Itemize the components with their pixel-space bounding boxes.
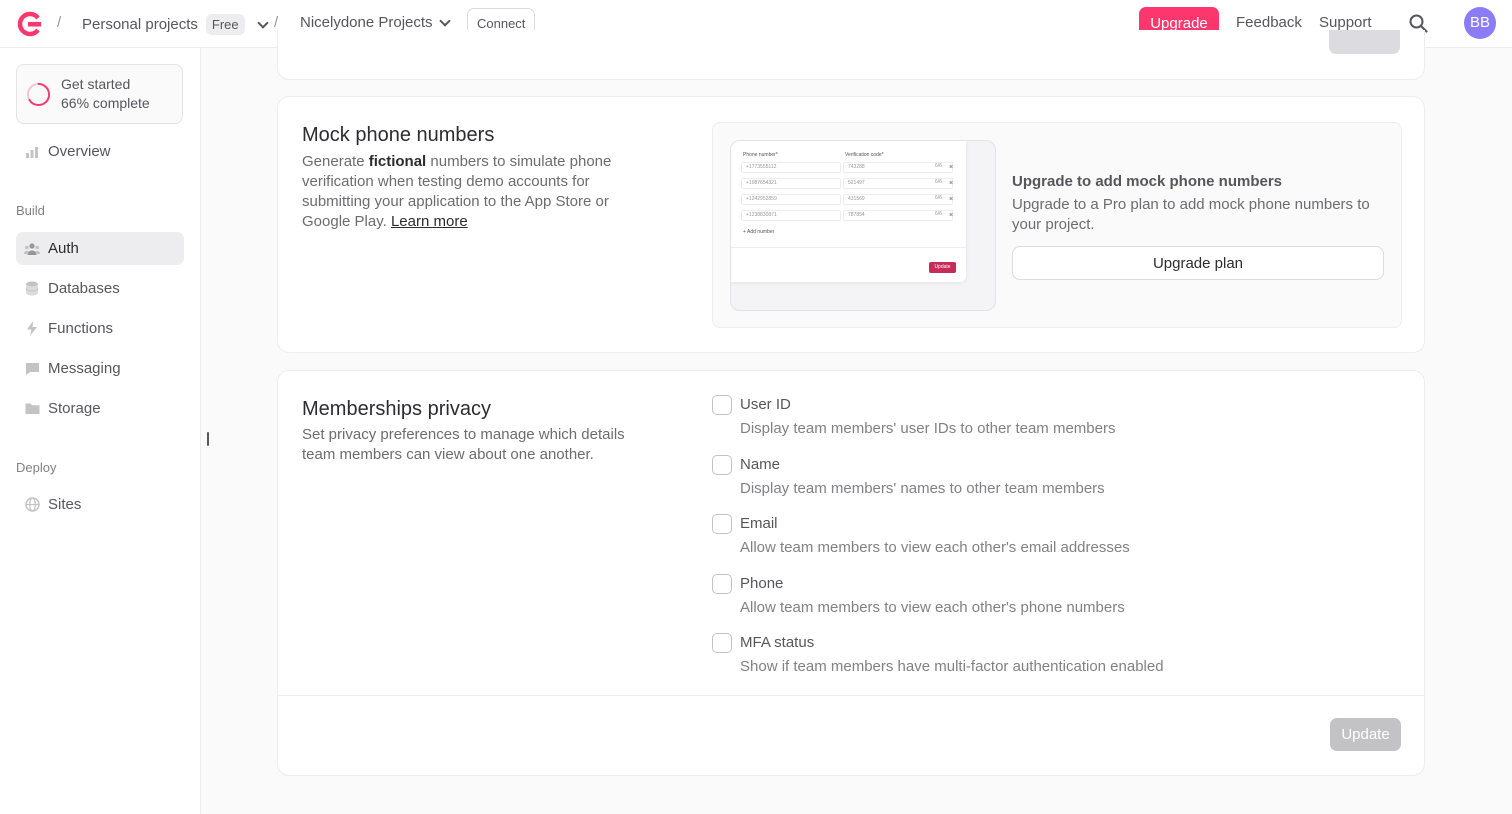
chat-icon [24,361,40,377]
learn-more-link[interactable]: Learn more [391,213,468,230]
bar-chart-icon [24,144,40,160]
previous-settings-card [277,30,1425,80]
sidebar-item-overview[interactable]: Overview [16,135,184,168]
lightning-icon [24,321,40,337]
feedback-link[interactable]: Feedback [1236,14,1302,31]
get-started-text: Get started 66% complete [61,75,150,113]
upsell-title: Upgrade to add mock phone numbers [1012,173,1283,190]
section-label-deploy: Deploy [16,460,57,475]
preview-add-number: + Add number [743,229,775,235]
section-label-build: Build [16,203,45,218]
phone-checkbox[interactable] [712,574,732,594]
option-description: Show if team members have multi-factor a… [740,658,1164,675]
mock-phone-numbers-card: Mock phone numbers Generate fictional nu… [277,96,1425,353]
option-description: Allow team members to view each other's … [740,539,1130,556]
upgrade-upsell-panel: Phone number* Verification code* +177355… [712,122,1402,328]
preview-row: +1242952859 431569 6/6 × [741,194,963,205]
preview-row: +1773555112 743288 6/6 × [741,162,963,173]
option-label[interactable]: Name [740,456,780,473]
preview-row: +1987654321 521497 6/6 × [741,178,963,189]
sidebar-item-functions[interactable]: Functions [16,312,184,345]
upsell-description: Upgrade to a Pro plan to add mock phone … [1012,196,1370,233]
sidebar-item-sites[interactable]: Sites [16,488,184,521]
name-checkbox[interactable] [712,455,732,475]
mock-numbers-preview-image: Phone number* Verification code* +177355… [730,140,996,311]
sidebar-item-label: Storage [48,400,101,417]
sidebar-item-messaging[interactable]: Messaging [16,352,184,385]
sidebar-item-label: Sites [48,496,82,513]
preview-col-code: Verification code* [845,152,884,158]
sidebar-item-databases[interactable]: Databases [16,272,184,305]
org-switcher[interactable]: Personal projects Free [82,14,271,35]
users-icon [24,241,40,257]
get-started-card[interactable]: Get started 66% complete [16,64,183,124]
sidebar-item-label: Overview [48,143,111,160]
sidebar-item-label: Functions [48,320,114,337]
option-label[interactable]: Email [740,515,778,532]
update-button-partial[interactable] [1329,30,1400,54]
org-name: Personal projects [82,16,198,33]
globe-icon [24,497,40,513]
sidebar: Get started 66% complete Overview Build … [0,48,201,814]
chevron-down-icon [438,14,451,27]
card-footer: Update [278,695,1424,775]
database-icon [24,281,40,297]
sidebar-item-label: Auth [48,240,79,257]
card-title: Mock phone numbers [302,124,495,146]
appwrite-logo-icon[interactable] [16,11,42,37]
progress-ring-icon [26,82,51,107]
preview-row: +1238830871 787854 6/6 × [741,210,963,221]
preview-col-phone: Phone number* [743,152,778,158]
option-description: Display team members' names to other tea… [740,480,1105,497]
card-description: Set privacy preferences to manage which … [302,426,625,463]
sidebar-item-auth[interactable]: Auth [16,232,184,265]
get-started-title: Get started [61,76,131,92]
avatar[interactable]: BB [1464,7,1496,39]
option-description: Allow team members to view each other's … [740,599,1125,616]
preview-update-button: Update [929,262,956,273]
get-started-progress: 66% complete [61,95,150,111]
plan-badge: Free [205,14,245,35]
project-switcher[interactable]: Nicelydone Projects [300,14,453,31]
option-label[interactable]: Phone [740,575,783,592]
update-button[interactable]: Update [1330,718,1401,751]
support-link[interactable]: Support [1319,14,1372,31]
sidebar-collapse-handle[interactable] [207,432,209,446]
email-checkbox[interactable] [712,514,732,534]
sidebar-item-storage[interactable]: Storage [16,392,184,425]
breadcrumb-separator: / [274,14,279,31]
project-name: Nicelydone Projects [300,14,433,31]
card-description: Generate fictional numbers to simulate p… [302,153,612,230]
sidebar-item-label: Databases [48,280,120,297]
breadcrumb-separator: / [57,14,62,31]
sidebar-item-label: Messaging [48,360,121,377]
user-id-checkbox[interactable] [712,395,732,415]
option-label[interactable]: MFA status [740,634,814,651]
option-description: Display team members' user IDs to other … [740,420,1116,437]
chevron-down-icon [256,16,269,29]
mfa-status-checkbox[interactable] [712,633,732,653]
upgrade-plan-button[interactable]: Upgrade plan [1012,246,1384,280]
folder-icon [24,401,40,417]
card-title: Memberships privacy [302,398,491,420]
option-label[interactable]: User ID [740,396,791,413]
memberships-privacy-card: Memberships privacy Set privacy preferen… [277,370,1425,776]
